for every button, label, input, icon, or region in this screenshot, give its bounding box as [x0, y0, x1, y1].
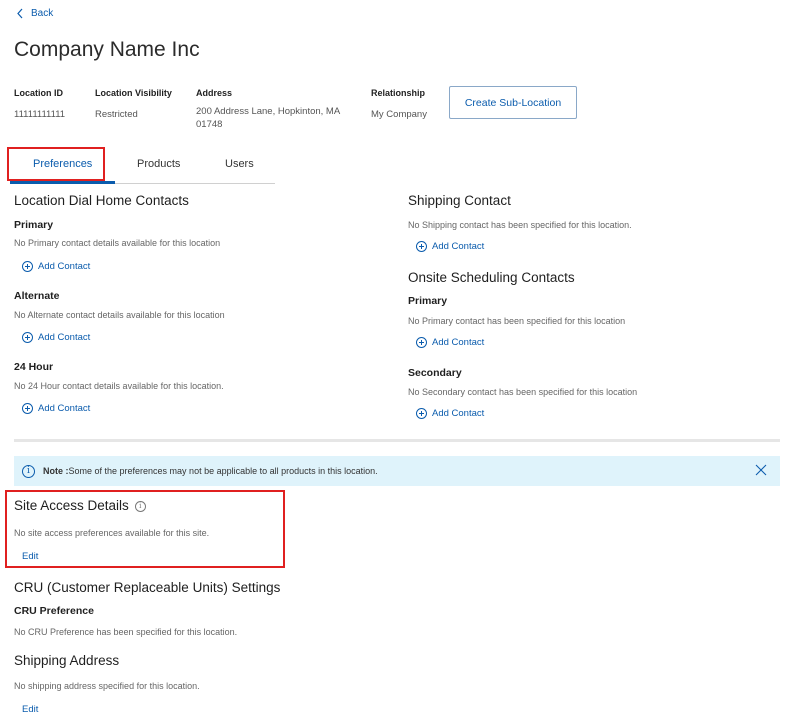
- plus-circle-icon: [416, 337, 427, 348]
- info-icon: i: [22, 464, 35, 478]
- onsite-primary-label: Primary: [408, 295, 448, 307]
- close-icon[interactable]: [754, 463, 768, 477]
- dial-home-24hour-text: No 24 Hour contact details available for…: [14, 381, 224, 391]
- onsite-secondary-add-contact[interactable]: Add Contact: [416, 408, 484, 419]
- plus-circle-icon: [416, 241, 427, 252]
- add-contact-label: Add Contact: [38, 261, 91, 272]
- shipping-address-edit-link[interactable]: Edit: [22, 704, 38, 715]
- tab-products[interactable]: Products: [137, 158, 180, 170]
- dial-home-primary-text: No Primary contact details available for…: [14, 238, 221, 248]
- tab-preferences[interactable]: Preferences: [33, 158, 92, 170]
- cru-text: No CRU Preference has been specified for…: [14, 627, 238, 637]
- note-text: Some of the preferences may not be appli…: [68, 466, 378, 476]
- shipping-address-text: No shipping address specified for this l…: [14, 681, 200, 691]
- dial-home-alternate-text: No Alternate contact details available f…: [14, 310, 225, 320]
- dial-home-alternate-label: Alternate: [14, 290, 60, 302]
- site-access-text: No site access preferences available for…: [14, 528, 210, 538]
- plus-circle-icon: [22, 332, 33, 343]
- onsite-secondary-text: No Secondary contact has been specified …: [408, 387, 638, 397]
- add-contact-label: Add Contact: [38, 332, 91, 343]
- shipping-contact-title: Shipping Contact: [408, 193, 511, 208]
- dial-home-alternate-add-contact[interactable]: Add Contact: [22, 332, 90, 343]
- add-contact-label: Add Contact: [38, 403, 91, 414]
- dial-home-24hour-label: 24 Hour: [14, 361, 54, 373]
- address-label: Address: [196, 88, 233, 98]
- back-label: Back: [31, 8, 54, 19]
- create-sub-location-button[interactable]: Create Sub-Location: [449, 86, 577, 119]
- visibility-value: Restricted: [95, 109, 138, 120]
- visibility-label: Location Visibility: [95, 88, 172, 98]
- plus-circle-icon: [22, 261, 33, 272]
- note-banner: i Note : Some of the preferences may not…: [14, 456, 780, 486]
- site-access-title-row: Site Access Details i: [14, 498, 146, 513]
- plus-circle-icon: [22, 403, 33, 414]
- tab-users[interactable]: Users: [225, 158, 254, 170]
- section-divider: [14, 439, 780, 442]
- site-access-title: Site Access Details: [14, 498, 129, 513]
- add-contact-label: Add Contact: [432, 337, 485, 348]
- info-icon[interactable]: i: [134, 500, 146, 512]
- dial-home-24hour-add-contact[interactable]: Add Contact: [22, 403, 90, 414]
- location-id-label: Location ID: [14, 88, 63, 98]
- onsite-primary-add-contact[interactable]: Add Contact: [416, 337, 484, 348]
- dial-home-primary-add-contact[interactable]: Add Contact: [22, 261, 90, 272]
- onsite-title: Onsite Scheduling Contacts: [408, 270, 575, 285]
- add-contact-label: Add Contact: [432, 408, 485, 419]
- dial-home-primary-label: Primary: [14, 219, 54, 231]
- site-access-edit-link[interactable]: Edit: [22, 551, 38, 562]
- location-id-value: 11111111111: [14, 109, 66, 120]
- shipping-contact-text: No Shipping contact has been specified f…: [408, 220, 632, 230]
- relationship-value: My Company: [371, 109, 427, 120]
- plus-circle-icon: [416, 408, 427, 419]
- active-tab-indicator: [10, 181, 115, 184]
- onsite-secondary-label: Secondary: [408, 367, 462, 379]
- onsite-primary-text: No Primary contact has been specified fo…: [408, 316, 626, 326]
- page-title: Company Name Inc: [14, 38, 200, 61]
- back-link[interactable]: Back: [16, 8, 53, 19]
- dial-home-title: Location Dial Home Contacts: [14, 193, 189, 208]
- chevron-left-icon: [17, 8, 23, 19]
- shipping-contact-add-contact[interactable]: Add Contact: [416, 241, 484, 252]
- address-line-1: 200 Address Lane, Hopkinton, MA: [196, 106, 341, 117]
- add-contact-label: Add Contact: [432, 241, 485, 252]
- cru-title: CRU (Customer Replaceable Units) Setting…: [14, 580, 281, 595]
- cru-preference-label: CRU Preference: [14, 605, 94, 617]
- shipping-address-title: Shipping Address: [14, 653, 120, 668]
- address-line-2: 01748: [196, 119, 223, 130]
- relationship-label: Relationship: [371, 88, 426, 98]
- note-prefix: Note :: [43, 466, 69, 476]
